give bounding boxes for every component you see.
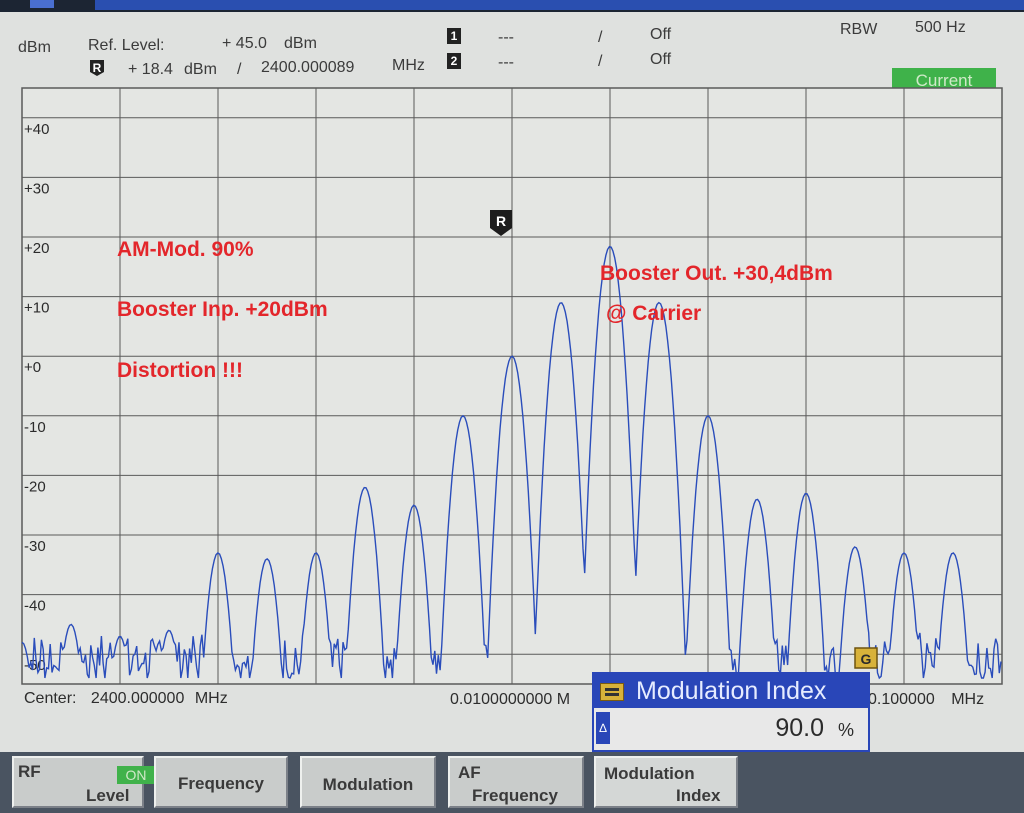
modulation-index-bottom-label: Index <box>676 786 721 805</box>
modulation-index-softkey[interactable]: Modulation Index <box>594 756 738 808</box>
modulation-index-dialog[interactable]: Modulation Index ∆ 90.0 % <box>592 672 870 752</box>
y-tick-label: -10 <box>24 419 46 436</box>
annotation-distortion: Distortion !!! <box>117 359 243 382</box>
reference-marker-label: R <box>496 213 506 229</box>
modulation-index-value-field[interactable]: 90.0 <box>754 714 824 743</box>
y-tick-label: -30 <box>24 538 46 555</box>
y-tick-label: +10 <box>24 300 49 317</box>
delta-icon[interactable]: ∆ <box>596 712 610 744</box>
y-tick-label: +0 <box>24 359 41 376</box>
keypad-icon <box>600 683 624 701</box>
modulation-label: Modulation <box>322 775 414 794</box>
stop-frequency-readout: 0.100000 MHz <box>868 691 984 709</box>
af-label: AF <box>458 763 481 782</box>
y-tick-label: +30 <box>24 180 49 197</box>
spectrum-analyzer-screen: dBm Ref. Level: + 45.0 dBm 1 --- / Off R… <box>0 0 1024 813</box>
softkey-bar: RF ON Level Frequency Modulation AF Freq… <box>0 752 1024 813</box>
af-frequency-label: Frequency <box>472 786 558 805</box>
stop-unit: MHz <box>951 691 985 708</box>
modulation-softkey[interactable]: Modulation <box>300 756 436 808</box>
af-frequency-softkey[interactable]: AF Frequency <box>448 756 584 808</box>
center-unit: MHz <box>194 690 228 707</box>
stop-value: 0.100000 <box>868 691 935 708</box>
modulation-index-top-label: Modulation <box>604 764 695 783</box>
frequency-softkey[interactable]: Frequency <box>154 756 288 808</box>
dialog-title-bar: Modulation Index <box>594 674 868 708</box>
annotation-am-mod: AM-Mod. 90% <box>117 238 254 261</box>
span-value: 0.0100000000 M <box>450 691 571 708</box>
center-frequency-readout: Center: 2400.000000 MHz <box>24 690 228 708</box>
y-tick-label: +20 <box>24 240 49 257</box>
end-marker: G <box>854 647 878 669</box>
plot-grid <box>21 87 1003 685</box>
annotation-booster-input: Booster Inp. +20dBm <box>117 298 328 321</box>
center-value: 2400.000000 <box>90 690 185 707</box>
end-marker-label: G <box>861 651 872 667</box>
dialog-title: Modulation Index <box>636 677 827 705</box>
y-tick-label: +40 <box>24 121 49 138</box>
annotation-booster-output: Booster Out. +30,4dBm <box>600 262 833 285</box>
y-tick-label: -40 <box>24 598 46 615</box>
center-label: Center: <box>24 690 77 707</box>
annotation-at-carrier: @ Carrier <box>606 302 702 325</box>
rf-level-label: Level <box>86 786 130 805</box>
y-tick-label: -20 <box>24 478 46 495</box>
frequency-label: Frequency <box>178 774 264 793</box>
rf-level-softkey[interactable]: RF ON Level <box>12 756 155 808</box>
rf-on-indicator: ON <box>117 766 155 784</box>
rf-label: RF <box>18 762 41 781</box>
modulation-index-unit: % <box>838 720 855 740</box>
